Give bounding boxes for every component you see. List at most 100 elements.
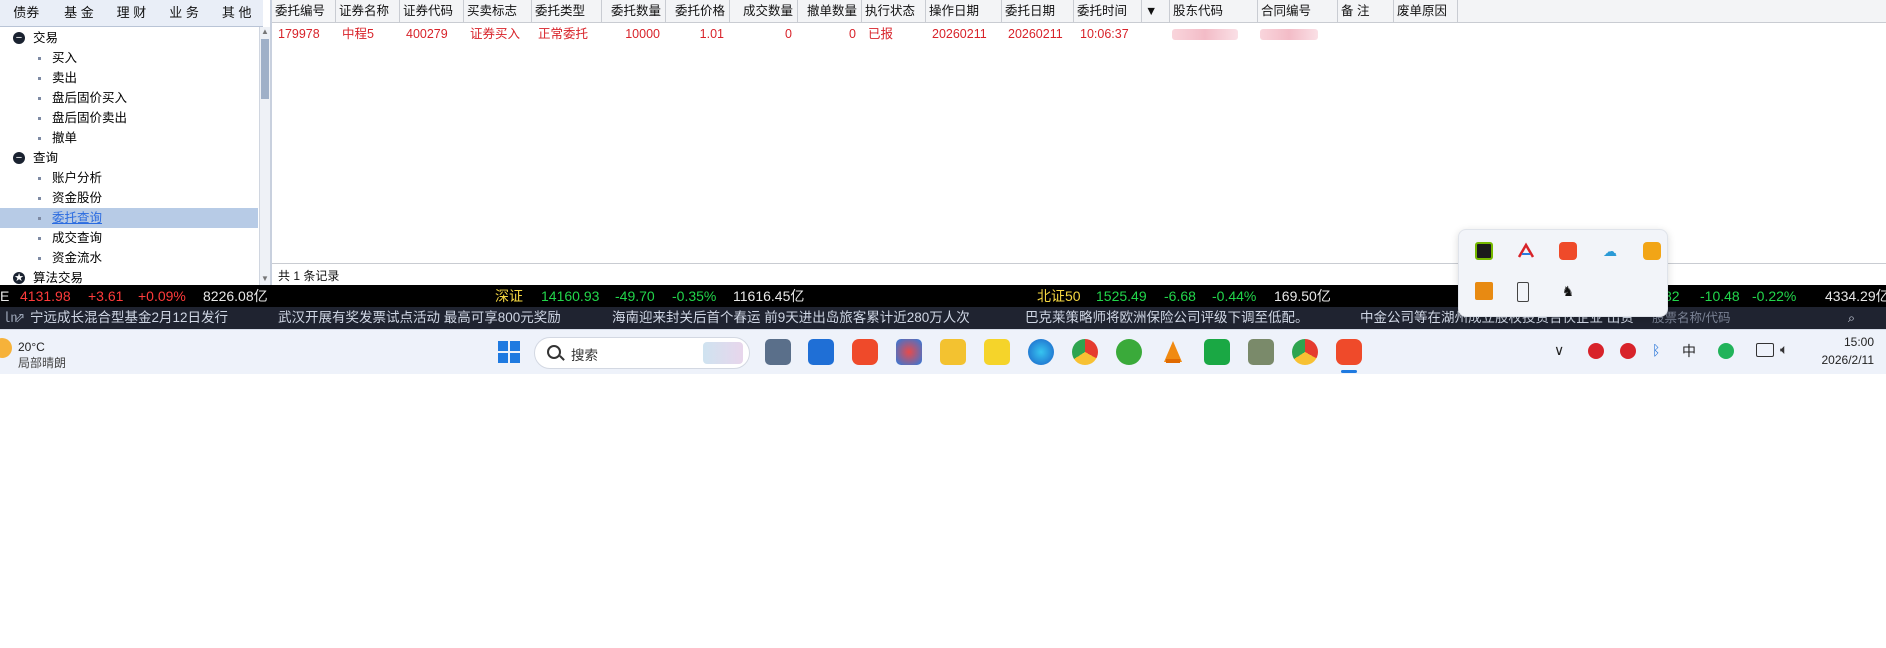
cloud-icon[interactable]: ☁ [1601, 242, 1619, 260]
folder-icon[interactable] [1475, 282, 1493, 300]
tree-item[interactable]: 卖出 [0, 68, 258, 88]
column-header[interactable]: 买卖标志 [464, 0, 532, 22]
star-icon[interactable]: ★ [13, 272, 25, 284]
column-header[interactable]: 合同编号 [1258, 0, 1338, 22]
search-icon[interactable]: ⌕ [1848, 309, 1855, 327]
index-value: -6.68 [1164, 288, 1196, 304]
news-headline[interactable]: 巴克莱策略师将欧洲保险公司评级下调至低配。 [1025, 307, 1309, 329]
game-icon[interactable] [1248, 339, 1274, 365]
start-button[interactable] [496, 339, 522, 365]
taskbar-search[interactable]: 搜索 [534, 337, 750, 369]
column-header[interactable]: 证券代码 [400, 0, 464, 22]
trading-tray-icon[interactable] [1559, 242, 1577, 260]
stock-search-input[interactable]: 股票名称/代码 ⌕ [1648, 309, 1868, 327]
tree-label: 资金股份 [52, 191, 103, 205]
video-app-icon[interactable] [1204, 339, 1230, 365]
chrome-icon-2[interactable] [1292, 339, 1318, 365]
column-header[interactable]: 委托日期 [1002, 0, 1074, 22]
scroll-thumb[interactable] [261, 39, 269, 99]
file-explorer-icon[interactable] [940, 339, 966, 365]
scroll-up-icon[interactable]: ▲ [261, 28, 269, 36]
column-header[interactable]: 备 注 [1338, 0, 1394, 22]
tree-item[interactable]: 盘后固价卖出 [0, 108, 258, 128]
nav-tab-2[interactable]: 理 财 [105, 0, 158, 26]
nvidia-icon[interactable] [1475, 242, 1493, 260]
column-header[interactable]: 委托价格 [666, 0, 730, 22]
table-cell: 中程5 [342, 27, 374, 41]
tree-group[interactable]: − 交易 [0, 28, 258, 48]
tree-item[interactable]: 买入 [0, 48, 258, 68]
tree-item[interactable]: 盘后固价买入 [0, 88, 258, 108]
app-icon[interactable] [896, 339, 922, 365]
qq-icon-2[interactable] [1620, 343, 1636, 359]
weather-icon[interactable] [0, 338, 12, 358]
column-header[interactable]: 执行状态 [862, 0, 926, 22]
wechat-icon[interactable] [1718, 343, 1734, 359]
potplayer-icon[interactable] [984, 339, 1010, 365]
tree-item[interactable]: 成交查询 [0, 228, 258, 248]
app-tray-icon[interactable]: ♞ [1559, 282, 1577, 300]
column-header[interactable]: 委托时间 [1074, 0, 1142, 22]
trading-app-icon[interactable] [852, 339, 878, 365]
clock-date[interactable]: 2026/2/11 [1808, 353, 1875, 367]
media-player-icon[interactable] [808, 339, 834, 365]
function-tree: − 交易 买入 卖出 盘后固价买入 盘后固价卖出 撤单 − 查询 账户分析 资金股份 委托查询 成交查询… [0, 27, 260, 285]
column-header[interactable]: 成交数量 [730, 0, 798, 22]
nav-tab-0[interactable]: 债券 [0, 0, 53, 26]
index-value: +0.09% [138, 288, 186, 304]
vlc-icon[interactable] [1160, 339, 1186, 365]
sort-arrow-icon[interactable]: ▼ [1142, 0, 1170, 22]
qq-icon[interactable] [1588, 343, 1604, 359]
volume-icon[interactable]: 🔈︎ [1780, 341, 1788, 358]
shield-app-icon[interactable] [1643, 242, 1661, 260]
index-value: E [0, 288, 10, 304]
column-header[interactable]: 废单原因 [1394, 0, 1458, 22]
tree-scrollbar[interactable]: ▲ ▼ [259, 27, 270, 285]
usb-icon[interactable] [1517, 282, 1529, 302]
tree-item[interactable]: 账户分析 [0, 168, 258, 188]
news-headline[interactable]: 宁远成长混合型基金2月12日发行 [30, 307, 228, 329]
tree-group[interactable]: ★ 算法交易 [0, 268, 258, 285]
tree-item[interactable]: 资金股份 [0, 188, 258, 208]
tree-item[interactable]: 资金流水 [0, 248, 258, 268]
index-value: 14160.93 [541, 288, 600, 304]
news-headline[interactable]: 海南迎来封关后首个春运 前9天进出岛旅客累计近280万人次 [612, 307, 970, 329]
column-header[interactable]: 操作日期 [926, 0, 1002, 22]
edge-icon[interactable] [1028, 339, 1054, 365]
tree-item[interactable]: 撤单 [0, 128, 258, 148]
app-logo-icon[interactable] [1517, 242, 1535, 260]
nav-tab-3[interactable]: 业 务 [158, 0, 211, 26]
column-header[interactable]: 股东代码 [1170, 0, 1258, 22]
news-headline[interactable]: 武汉开展有奖发票试点活动 最高可享800元奖励 [278, 307, 561, 329]
column-header[interactable]: 委托编号 [272, 0, 336, 22]
index-value: 169.50亿 [1274, 288, 1331, 304]
ime-indicator[interactable]: 中 [1682, 341, 1696, 361]
redacted-contract-number [1260, 29, 1318, 40]
scroll-down-icon[interactable]: ▼ [261, 275, 269, 283]
column-header[interactable]: 委托数量 [602, 0, 666, 22]
table-row[interactable]: 179978 中程5 400279 证券买入 正常委托 10000 1.01 0 0 已报 2026… [272, 23, 1886, 45]
tree-label: 查询 [33, 151, 59, 165]
network-icon[interactable] [1756, 343, 1774, 357]
clock-time[interactable]: 15:00 [1808, 335, 1874, 349]
collapse-icon[interactable]: − [13, 152, 25, 164]
redacted-shareholder-code [1172, 29, 1238, 40]
bluetooth-icon[interactable]: ᛒ [1652, 342, 1660, 358]
weather-desc[interactable]: 局部晴朗 [18, 354, 66, 371]
calculator-icon[interactable] [765, 339, 791, 365]
chrome-icon[interactable] [1072, 339, 1098, 365]
tree-label: 资金流水 [52, 251, 103, 265]
nav-tab-1[interactable]: 基 金 [53, 0, 106, 26]
column-header[interactable]: 证券名称 [336, 0, 400, 22]
trading-app-active-icon[interactable] [1336, 339, 1362, 365]
weather-temp[interactable]: 20°C [18, 340, 45, 354]
collapse-icon[interactable]: − [13, 32, 25, 44]
nav-tab-4[interactable]: 其 他 [210, 0, 263, 26]
tree-item[interactable]: 委托查询 [0, 208, 258, 228]
browser-icon[interactable] [1116, 339, 1142, 365]
column-header[interactable]: 撤单数量 [798, 0, 862, 22]
column-header[interactable]: 委托类型 [532, 0, 602, 22]
bullet-icon [38, 97, 41, 100]
chevron-up-icon[interactable]: ∨ [1554, 342, 1564, 359]
tree-group[interactable]: − 查询 [0, 148, 258, 168]
